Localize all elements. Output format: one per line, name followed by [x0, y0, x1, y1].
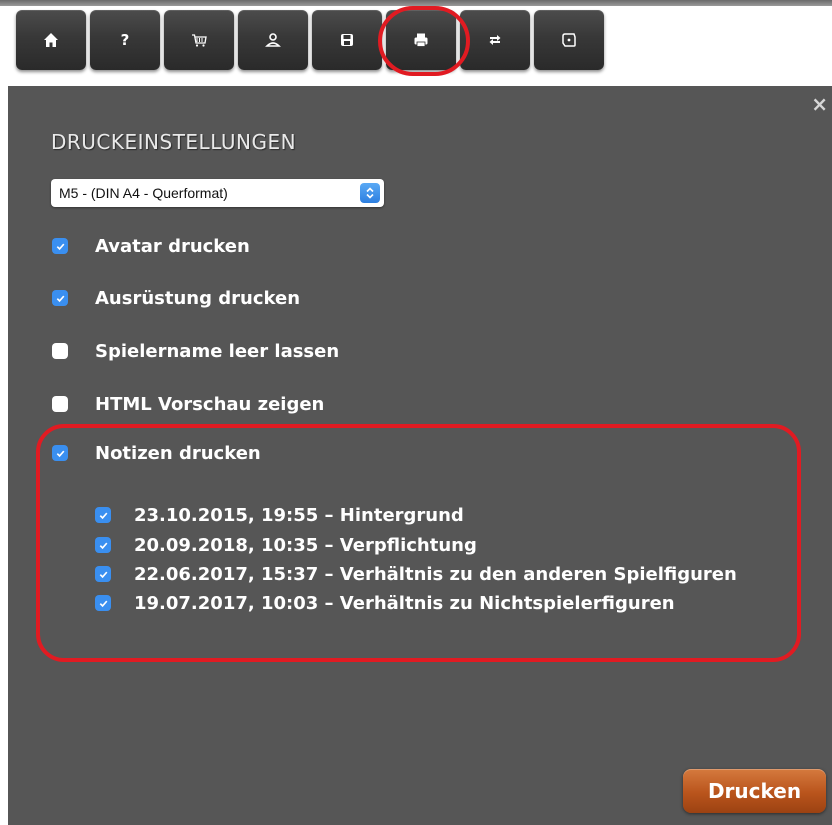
option-label: Avatar drucken	[95, 235, 250, 257]
format-select-value: M5 - (DIN A4 - Querformat)	[59, 185, 228, 201]
help-icon: ?	[120, 31, 130, 49]
checkbox-player-name-empty[interactable]	[52, 343, 68, 359]
dice-icon	[562, 33, 576, 47]
checkbox-html-preview[interactable]	[52, 396, 68, 412]
save-icon	[341, 34, 353, 46]
format-select[interactable]: M5 - (DIN A4 - Querformat)	[51, 179, 384, 207]
option-label: HTML Vorschau zeigen	[95, 393, 325, 415]
select-arrows-icon	[360, 183, 380, 203]
option-label: Ausrüstung drucken	[95, 287, 301, 309]
save-button[interactable]	[312, 10, 382, 70]
print-button[interactable]: Drucken	[683, 769, 826, 813]
cart-button[interactable]	[164, 10, 234, 70]
option-equipment[interactable]: Ausrüstung drucken	[52, 286, 300, 310]
annotation-circle-print	[378, 6, 470, 76]
cart-icon	[192, 34, 207, 47]
home-icon	[44, 33, 58, 47]
annotation-box-notes	[36, 424, 801, 662]
checkbox-equipment[interactable]	[52, 290, 68, 306]
option-avatar[interactable]: Avatar drucken	[52, 234, 250, 258]
swap-icon	[489, 35, 501, 45]
swap-button[interactable]	[460, 10, 530, 70]
option-label: Spielername leer lassen	[95, 340, 340, 362]
help-button[interactable]: ?	[90, 10, 160, 70]
close-icon[interactable]: ×	[811, 94, 828, 114]
option-html-preview[interactable]: HTML Vorschau zeigen	[52, 392, 324, 416]
option-player-name-empty[interactable]: Spielername leer lassen	[52, 339, 339, 363]
print-settings-dialog: × DRUCKEINSTELLUNGEN M5 - (DIN A4 - Quer…	[8, 86, 832, 825]
user-button[interactable]	[238, 10, 308, 70]
dice-button[interactable]	[534, 10, 604, 70]
checkbox-avatar[interactable]	[52, 238, 68, 254]
home-button[interactable]	[16, 10, 86, 70]
user-icon	[265, 33, 281, 47]
toolbar: ?	[0, 0, 832, 86]
dialog-title: DRUCKEINSTELLUNGEN	[51, 130, 297, 154]
